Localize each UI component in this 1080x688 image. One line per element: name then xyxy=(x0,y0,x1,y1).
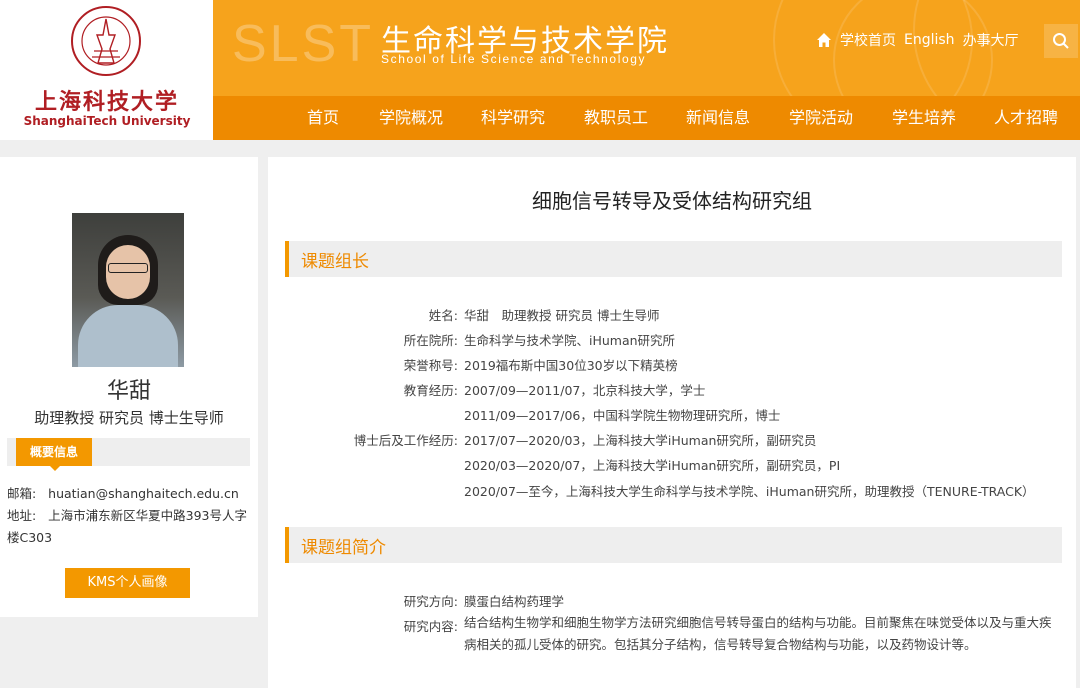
nav-research[interactable]: 科学研究 xyxy=(481,96,545,140)
address-value: 上海市浦东新区华夏中路393号人字楼C303 xyxy=(7,508,247,545)
search-icon xyxy=(1053,33,1069,49)
row-label: 博士后及工作经历: xyxy=(353,433,458,448)
site-header: 上海科技大学 ShanghaiTech University SLST 生命科学… xyxy=(0,0,1080,140)
section-header-intro: 课题组简介 xyxy=(285,527,1062,563)
nav-activities[interactable]: 学院活动 xyxy=(789,96,853,140)
row-value: 2020/03—2020/07，上海科技大学iHuman研究所，副研究员，PI xyxy=(464,458,841,473)
school-subtitle: School of Life Science and Technology xyxy=(381,52,647,66)
content-label: 研究内容: xyxy=(403,619,458,634)
main-content: 细胞信号转导及受体结构研究组 课题组长 姓名: 华甜 助理教授 研究员 博士生导… xyxy=(268,157,1076,688)
section-title: 课题组长 xyxy=(301,252,369,272)
email-value[interactable]: huatian@shanghaitech.edu.cn xyxy=(48,486,239,501)
row-value: 华甜 助理教授 研究员 博士生导师 xyxy=(464,308,660,323)
logo-english-name: ShanghaiTech University xyxy=(23,114,191,128)
row-label: 所在院所: xyxy=(403,333,458,348)
slst-watermark: SLST xyxy=(232,15,375,73)
nav-news[interactable]: 新闻信息 xyxy=(686,96,750,140)
university-logo[interactable]: 上海科技大学 ShanghaiTech University xyxy=(0,0,213,140)
row-value: 2017/07—2020/03，上海科技大学iHuman研究所，副研究员 xyxy=(464,433,817,448)
row-value: 2019福布斯中国30位30岁以下精英榜 xyxy=(464,358,678,373)
row-value: 2007/09—2011/07，北京科技大学，学士 xyxy=(464,383,706,398)
home-icon xyxy=(817,33,831,47)
nav-recruitment[interactable]: 人才招聘 xyxy=(994,96,1058,140)
tab-overview[interactable]: 概要信息 xyxy=(16,438,92,471)
profile-photo xyxy=(72,213,184,367)
section-title: 课题组简介 xyxy=(301,538,386,558)
nav-students[interactable]: 学生培养 xyxy=(892,96,956,140)
email-label: 邮箱: xyxy=(7,486,37,501)
address-label: 地址: xyxy=(7,508,37,523)
logo-chinese-name: 上海科技大学 xyxy=(34,89,179,115)
direction-value: 膜蛋白结构药理学 xyxy=(464,594,565,609)
row-value: 2020/07—至今，上海科技大学生命科学与技术学院、iHuman研究所，助理教… xyxy=(464,484,1035,499)
search-button[interactable] xyxy=(1044,24,1078,58)
page-title: 细胞信号转导及受体结构研究组 xyxy=(532,189,812,213)
row-label: 荣誉称号: xyxy=(403,358,458,373)
nav-about[interactable]: 学院概况 xyxy=(379,96,443,140)
row-label: 姓名: xyxy=(428,308,458,323)
address-row: 地址: 上海市浦东新区华夏中路393号人字楼C303 xyxy=(7,505,252,549)
university-seal-icon xyxy=(71,6,141,76)
kms-profile-button[interactable]: KMS个人画像 xyxy=(65,568,190,598)
service-hall-link[interactable]: 办事大厅 xyxy=(963,30,1019,50)
overview-tab-bar: 概要信息 xyxy=(7,438,250,471)
nav-home[interactable]: 首页 xyxy=(307,96,339,140)
profile-sidebar: 华甜 助理教授 研究员 博士生导师 概要信息 邮箱: huatian@shang… xyxy=(0,157,258,617)
profile-name: 华甜 xyxy=(106,379,151,404)
main-nav: 首页 学院概况 科学研究 教职员工 新闻信息 学院活动 学生培养 人才招聘 xyxy=(213,96,1080,140)
profile-title: 助理教授 研究员 博士生导师 xyxy=(34,409,224,427)
content-value: 结合结构生物学和细胞生物学方法研究细胞信号转导蛋白的结构与功能。目前聚焦在味觉受… xyxy=(464,615,1052,652)
direction-label: 研究方向: xyxy=(403,594,458,609)
top-links: 学校首页 English 办事大厅 xyxy=(816,30,1019,50)
school-home-link[interactable]: 学校首页 xyxy=(840,30,896,50)
section-header-leader: 课题组长 xyxy=(285,241,1062,277)
nav-faculty[interactable]: 教职员工 xyxy=(584,96,648,140)
email-row: 邮箱: huatian@shanghaitech.edu.cn xyxy=(7,483,252,505)
row-value: 生命科学与技术学院、iHuman研究所 xyxy=(464,333,676,348)
row-value: 2011/09—2017/06，中国科学院生物物理研究所，博士 xyxy=(464,408,781,423)
row-label: 教育经历: xyxy=(403,383,458,398)
english-link[interactable]: English xyxy=(904,32,955,48)
